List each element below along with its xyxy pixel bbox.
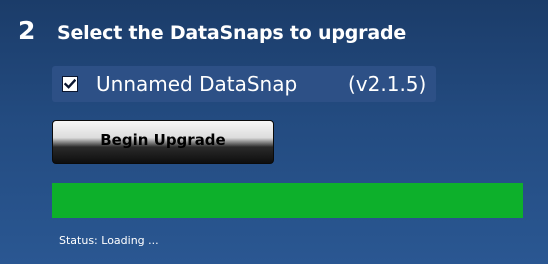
datasnap-checkbox[interactable] (62, 76, 78, 92)
datasnap-name: Unnamed DataSnap (96, 72, 298, 96)
status-text: Status: Loading ... (59, 234, 159, 247)
progress-bar-fill (52, 183, 523, 218)
step-number: 2 (18, 16, 36, 45)
progress-bar (52, 183, 523, 218)
begin-upgrade-label: Begin Upgrade (100, 131, 226, 149)
checkmark-icon (64, 78, 76, 89)
begin-upgrade-button[interactable]: Begin Upgrade (52, 120, 274, 164)
datasnap-version: (v2.1.5) (348, 72, 427, 96)
step-title: Select the DataSnaps to upgrade (57, 22, 407, 44)
upgrade-panel: 2 Select the DataSnaps to upgrade Unname… (0, 0, 552, 264)
datasnap-list-item[interactable]: Unnamed DataSnap (v2.1.5) (52, 66, 436, 102)
